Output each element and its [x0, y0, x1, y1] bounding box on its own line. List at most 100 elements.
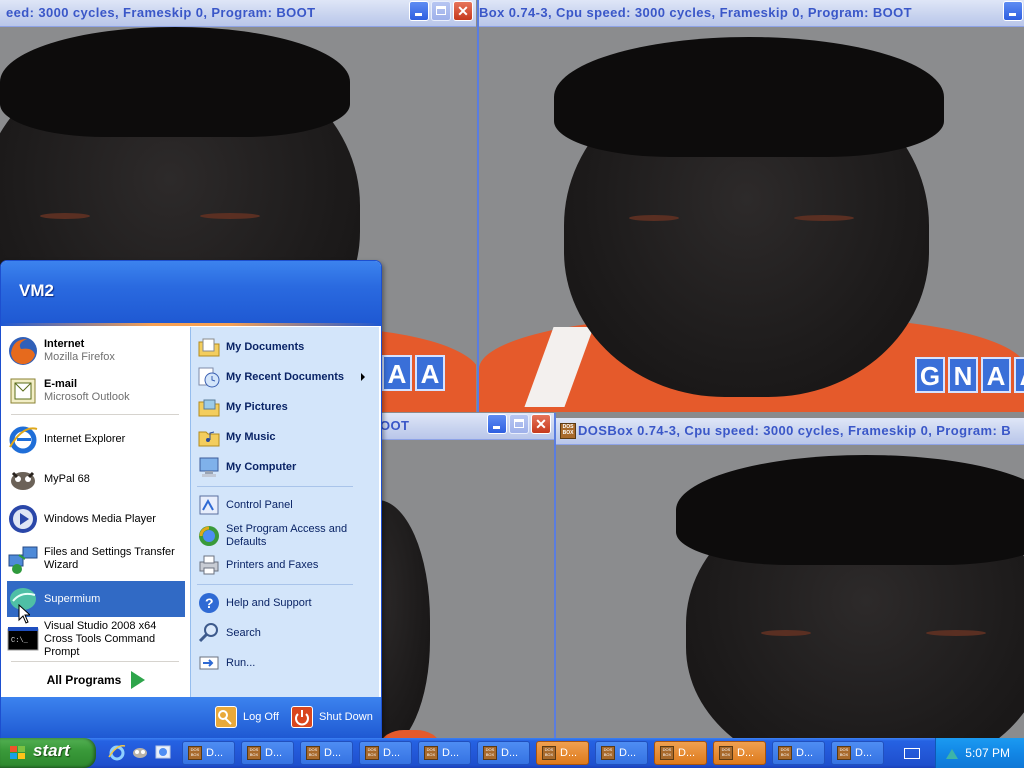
taskbar-button-dosbox[interactable]: DOS BOX D...	[182, 741, 235, 765]
place-control-panel[interactable]: Control Panel	[197, 491, 373, 519]
program-supermium[interactable]: Supermium	[7, 581, 185, 617]
internet-explorer-icon	[7, 423, 39, 455]
place-printers[interactable]: Printers and Faxes	[197, 551, 373, 579]
place-label: My Documents	[226, 340, 305, 353]
command-prompt-icon: C:\_	[7, 623, 39, 655]
close-button[interactable]: ✕	[453, 1, 473, 21]
window-titlebar[interactable]: OOT ✕	[380, 413, 554, 440]
place-my-music[interactable]: My Music	[197, 423, 373, 451]
maximize-button[interactable]	[431, 1, 451, 21]
pinned-subtitle: Microsoft Outlook	[44, 391, 130, 403]
mouse-cursor-icon	[18, 604, 30, 624]
taskbar-button-dosbox[interactable]: DOS BOX D...	[477, 741, 530, 765]
dosbox-icon: DOS BOX	[719, 746, 733, 760]
outlook-express-icon[interactable]	[154, 743, 172, 761]
windows-flag-icon	[10, 746, 25, 759]
program-transfer-wizard[interactable]: Files and Settings Transfer Wizard	[7, 541, 185, 577]
dosbox-screen[interactable]	[380, 440, 554, 738]
printer-icon	[197, 553, 221, 577]
taskbar-button-dosbox[interactable]: DOS BOX D...	[654, 741, 707, 765]
taskbar-button-dosbox[interactable]: DOS BOX D...	[300, 741, 353, 765]
network-icon[interactable]	[944, 745, 960, 761]
dosbox-icon: DOS BOX	[601, 746, 615, 760]
pinned-title: Internet	[44, 338, 85, 350]
keyboard-icon[interactable]	[904, 748, 920, 759]
taskbar-button-dosbox[interactable]: DOS BOX D...	[359, 741, 412, 765]
place-label: Set Program Access and Defaults	[226, 523, 348, 548]
taskbar-button-dosbox[interactable]: DOS BOX D...	[418, 741, 471, 765]
dosbox-window-2[interactable]: G N A A Box 0.74-3, Cpu speed: 3000 cycl…	[477, 0, 1024, 412]
shut-down-button[interactable]: Shut Down	[291, 704, 373, 730]
minimize-button[interactable]	[409, 1, 429, 21]
program-mypal[interactable]: MyPal 68	[7, 461, 185, 497]
dosbox-window-4[interactable]: DOS BOX DOSBox 0.74-3, Cpu speed: 3000 cy…	[556, 418, 1024, 738]
dosbox-window-3[interactable]: OOT ✕	[380, 413, 556, 738]
dosbox-icon: DOS BOX	[424, 746, 438, 760]
taskbar-button-dosbox[interactable]: DOS BOX D...	[831, 741, 884, 765]
start-menu[interactable]: VM2 Internet Mozilla Firefox E-mail Micros…	[0, 260, 382, 740]
taskbar-button-dosbox[interactable]: DOS BOX D...	[241, 741, 294, 765]
dosbox-icon: DOS BOX	[837, 746, 851, 760]
all-programs-button[interactable]: All Programs	[7, 665, 185, 695]
help-icon: ?	[197, 591, 221, 615]
place-my-documents[interactable]: My Documents	[197, 333, 373, 361]
window-title: DOSBox 0.74-3, Cpu speed: 3000 cycles, F…	[578, 423, 1012, 438]
menu-separator	[11, 661, 179, 662]
place-run[interactable]: Run...	[197, 649, 373, 677]
place-label: Search	[226, 626, 261, 639]
place-label: My Computer	[226, 460, 297, 473]
program-defaults-icon	[197, 524, 221, 548]
place-program-defaults[interactable]: Set Program Access and Defaults	[197, 521, 373, 551]
pinned-email[interactable]: E-mail Microsoft Outlook	[7, 373, 185, 409]
internet-explorer-icon[interactable]	[108, 743, 126, 761]
maximize-button[interactable]	[509, 414, 529, 434]
taskbar-button-dosbox[interactable]: DOS BOX D...	[595, 741, 648, 765]
portrait-hair	[0, 27, 350, 137]
dosbox-icon: DOS BOX	[365, 746, 379, 760]
taskbar-button-dosbox[interactable]: DOS BOX D...	[772, 741, 825, 765]
taskbar-button-label: D...	[737, 747, 755, 759]
place-label: Printers and Faxes	[226, 558, 319, 571]
menu-separator	[197, 584, 353, 585]
program-label: Internet Explorer	[44, 432, 126, 445]
logo-letter: A	[415, 355, 445, 391]
program-label: Visual Studio 2008 x64 Cross Tools Comma…	[44, 619, 157, 658]
shut-down-label: Shut Down	[319, 711, 373, 723]
taskbar-button-label: D...	[206, 747, 224, 759]
mypal-icon[interactable]	[131, 743, 149, 761]
portrait-eye	[761, 630, 811, 636]
place-my-computer[interactable]: My Computer	[197, 453, 373, 481]
place-my-pictures[interactable]: My Pictures	[197, 393, 373, 421]
dosbox-icon: DOS BOX	[247, 746, 261, 760]
taskbar-button-label: D...	[678, 747, 696, 759]
logo-letter: A	[1014, 357, 1024, 393]
logo-letter: G	[915, 357, 945, 393]
window-titlebar[interactable]: DOS BOX DOSBox 0.74-3, Cpu speed: 3000 cy…	[556, 418, 1024, 445]
dosbox-icon: DOS BOX	[660, 746, 674, 760]
program-media-player[interactable]: Windows Media Player	[7, 501, 185, 537]
dosbox-screen[interactable]	[556, 445, 1024, 738]
program-internet-explorer[interactable]: Internet Explorer	[7, 421, 185, 457]
minimize-button[interactable]	[487, 414, 507, 434]
taskbar-button-label: D...	[383, 747, 401, 759]
power-icon	[291, 706, 313, 728]
place-label: Help and Support	[226, 596, 312, 609]
place-search[interactable]: Search	[197, 619, 373, 647]
clock[interactable]: 5:07 PM	[965, 746, 1010, 760]
portrait-eye	[200, 213, 260, 219]
taskbar-button-dosbox[interactable]: DOS BOX D...	[713, 741, 766, 765]
program-command-prompt[interactable]: C:\_ Visual Studio 2008 x64 Cross Tools …	[7, 619, 185, 658]
window-titlebar[interactable]: eed: 3000 cycles, Frameskip 0, Program: …	[0, 0, 476, 27]
start-button[interactable]: start	[0, 738, 96, 768]
close-button[interactable]: ✕	[531, 414, 551, 434]
place-recent-documents[interactable]: My Recent Documents	[197, 363, 373, 391]
dosbox-screen[interactable]: G N A A	[479, 27, 1024, 412]
taskbar-button-dosbox[interactable]: DOS BOX D...	[536, 741, 589, 765]
transfer-wizard-icon	[7, 543, 39, 575]
log-off-button[interactable]: Log Off	[215, 704, 279, 730]
minimize-button[interactable]	[1003, 1, 1023, 21]
window-titlebar[interactable]: Box 0.74-3, Cpu speed: 3000 cycles, Fram…	[479, 0, 1024, 27]
place-help[interactable]: ? Help and Support	[197, 589, 373, 617]
header-accent	[1, 323, 381, 326]
pinned-internet[interactable]: Internet Mozilla Firefox	[7, 333, 185, 369]
